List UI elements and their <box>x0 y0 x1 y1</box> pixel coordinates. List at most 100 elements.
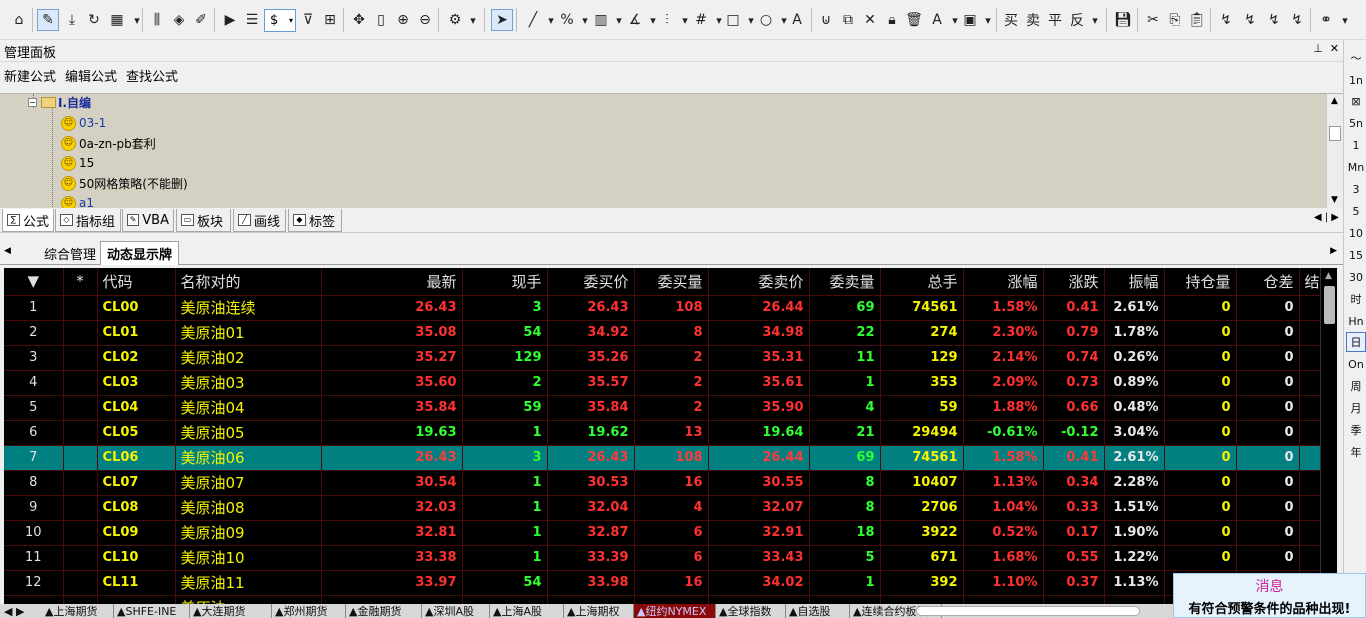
indicator-add-icon[interactable]: ↯ <box>1215 9 1237 31</box>
settle-header[interactable]: 结 <box>1299 268 1321 296</box>
tree-root-node[interactable]: − I.自编 <box>28 94 91 112</box>
grid-menu-icon[interactable]: ▦ <box>106 9 128 31</box>
table-row[interactable]: 2 CL01 美原油01 35.08 54 34.92 8 34.98 22 274 2.30% 0.… <box>4 320 1321 346</box>
scroll-thumb[interactable] <box>1329 126 1341 141</box>
home-icon[interactable]: ⌂ <box>8 9 30 31</box>
sheet-tab[interactable]: ▲纽约NYMEX <box>634 604 716 618</box>
ask-volume-header[interactable]: 委卖量 <box>809 268 881 296</box>
cursor-arrow-icon[interactable]: ➤ <box>491 9 513 31</box>
buy-button[interactable]: 买 <box>1000 9 1022 31</box>
open-interest-header[interactable]: 持仓量 <box>1164 268 1237 296</box>
tab-label-tag[interactable]: ◆ 标签 <box>288 209 342 232</box>
tree-item[interactable]: ☺ a1 <box>61 193 94 208</box>
pin-icon[interactable]: ⊥ <box>1313 42 1323 55</box>
zoom-out-icon[interactable]: ⊖ <box>414 9 436 31</box>
move-cross-icon[interactable]: ✥ <box>348 9 370 31</box>
table-row[interactable]: 8 CL07 美原油07 30.54 1 30.53 16 30.55 8 10407 1.13% 0… <box>4 470 1321 496</box>
period-10[interactable]: 10 <box>1346 223 1366 243</box>
collapse-icon[interactable]: − <box>28 97 37 107</box>
scroll-up-icon[interactable]: ▲ <box>1331 96 1338 106</box>
ask-header[interactable]: 委卖价 <box>708 268 810 296</box>
paste-icon[interactable]: 📋︎ <box>1186 9 1208 31</box>
amplitude-header[interactable]: 振幅 <box>1104 268 1165 296</box>
star-header[interactable]: * <box>63 268 98 296</box>
current-volume-header[interactable]: 现手 <box>462 268 548 296</box>
table-row[interactable]: 美原油 <box>4 595 1321 604</box>
table-row[interactable]: 1 CL00 美原油连续 26.43 3 26.43 108 26.44 69 74561 1.58… <box>4 295 1321 321</box>
period-3[interactable]: 3 <box>1346 179 1366 199</box>
change-header[interactable]: 涨跌 <box>1043 268 1105 296</box>
tab-dynamic-board[interactable]: 动态显示牌 <box>100 241 180 265</box>
tab-formula[interactable]: ∑ 公式 <box>2 209 54 232</box>
period-1[interactable]: 1 <box>1346 135 1366 155</box>
scroll-right-icon[interactable]: ▶ <box>1330 246 1337 256</box>
period-month[interactable]: 月 <box>1346 398 1366 418</box>
sort-header[interactable]: ▼ <box>4 268 64 296</box>
period-5n[interactable]: 5n <box>1346 113 1366 133</box>
copy-shape-icon[interactable]: ⧉ <box>837 9 859 31</box>
scroll-right-icon[interactable]: ▶ <box>1331 212 1339 223</box>
table-row[interactable]: 3 CL02 美原油02 35.27 129 35.26 2 35.31 11 129 2.14% 0… <box>4 345 1321 371</box>
flat-button[interactable]: 平 <box>1044 9 1066 31</box>
oi-diff-header[interactable]: 仓差 <box>1236 268 1300 296</box>
currency-select[interactable]: $ ▾ <box>264 9 296 32</box>
sheet-tab[interactable]: ▲郑州期货 <box>272 604 346 618</box>
cut-icon[interactable]: ✂ <box>1142 9 1164 31</box>
bid-header[interactable]: 委买价 <box>547 268 635 296</box>
new-formula-button[interactable]: 新建公式 <box>4 70 56 85</box>
period-year[interactable]: 年 <box>1346 442 1366 462</box>
refresh-money-icon[interactable]: ↻ <box>83 9 105 31</box>
sheet-scrollbar[interactable] <box>916 606 1140 616</box>
code-header[interactable]: 代码 <box>97 268 176 296</box>
zoom-in-icon[interactable]: ⊕ <box>392 9 414 31</box>
link-edit-icon[interactable]: ✎ <box>37 9 59 31</box>
bid-volume-header[interactable]: 委买量 <box>634 268 709 296</box>
change-pct-header[interactable]: 涨幅 <box>963 268 1044 296</box>
filter-icon[interactable]: ⊽ <box>297 9 319 31</box>
table-row[interactable]: 10 CL09 美原油09 32.81 1 32.87 6 32.91 18 3922 0.52% 0… <box>4 520 1321 546</box>
close-icon[interactable]: ✕ <box>1330 42 1339 55</box>
grid-scrollbar[interactable]: ▲ <box>1320 268 1337 604</box>
line-chart-icon[interactable]: 〜 <box>1346 48 1366 68</box>
period-mn[interactable]: Mn <box>1346 157 1366 177</box>
binoculars-dropdown-icon[interactable]: ▾ <box>1334 9 1356 31</box>
indicator-clear-icon[interactable]: ↯ <box>1286 9 1308 31</box>
formula-box-icon[interactable]: ⊞ <box>319 9 341 31</box>
scroll-thumb[interactable] <box>1324 286 1335 324</box>
download-icon[interactable]: ⤓ <box>61 9 83 31</box>
scroll-left-icon[interactable]: ◀ <box>1314 212 1322 223</box>
period-hn[interactable]: Hn <box>1346 311 1366 331</box>
period-1n[interactable]: 1n <box>1346 70 1366 90</box>
sheet-tab[interactable]: ▲上海期货 <box>42 604 114 618</box>
lock-icon[interactable]: 🔒︎ <box>881 9 903 31</box>
edit-note-icon[interactable]: ✐ <box>190 9 212 31</box>
delete-x-icon[interactable]: ✕ <box>859 9 881 31</box>
table-row[interactable]: 11 CL10 美原油10 33.38 1 33.39 6 33.43 5 671 1.68% 0.5… <box>4 545 1321 571</box>
sheet-tab[interactable]: ▲大连期货 <box>190 604 272 618</box>
edit-formula-button[interactable]: 编辑公式 <box>65 70 117 85</box>
vertical-bar-icon[interactable]: ▯ <box>370 9 392 31</box>
sheet-tab[interactable]: ▲全球指数 <box>716 604 786 618</box>
text-a-icon[interactable]: A <box>786 9 808 31</box>
reverse-dropdown-icon[interactable]: ▾ <box>1084 9 1106 31</box>
save-disk-icon[interactable]: 💾︎ <box>1112 9 1134 31</box>
scroll-left-icon[interactable]: ◀ <box>4 246 11 256</box>
total-volume-header[interactable]: 总手 <box>880 268 964 296</box>
period-hour[interactable]: 时 <box>1346 289 1366 309</box>
tree-item[interactable]: ☺ 03-1 <box>61 113 106 133</box>
find-formula-button[interactable]: 查找公式 <box>126 70 178 85</box>
day-period-icon[interactable]: 日 <box>1346 332 1366 352</box>
sheet-tab[interactable]: ▲自选股 <box>786 604 850 618</box>
tree-item[interactable]: ☺ 0a-zn-pb套利 <box>61 133 156 153</box>
sheet-tab[interactable]: ▲SHFE-INE <box>114 604 190 618</box>
period-quarter[interactable]: 季 <box>1346 420 1366 440</box>
gear-dropdown-icon[interactable]: ▾ <box>462 9 484 31</box>
period-week[interactable]: 周 <box>1346 376 1366 396</box>
sheet-tab[interactable]: ▲上海期权 <box>564 604 634 618</box>
grid-dropdown-icon[interactable]: ▾ <box>126 9 148 31</box>
tab-indicator-group[interactable]: ◇ 指标组 <box>55 209 121 232</box>
tab-sector[interactable]: ▭ 板块 <box>176 209 231 232</box>
tree-item[interactable]: ☺ 50网格策略(不能删) <box>61 173 188 193</box>
document-icon[interactable]: ☰ <box>241 9 263 31</box>
period-5[interactable]: 5 <box>1346 201 1366 221</box>
